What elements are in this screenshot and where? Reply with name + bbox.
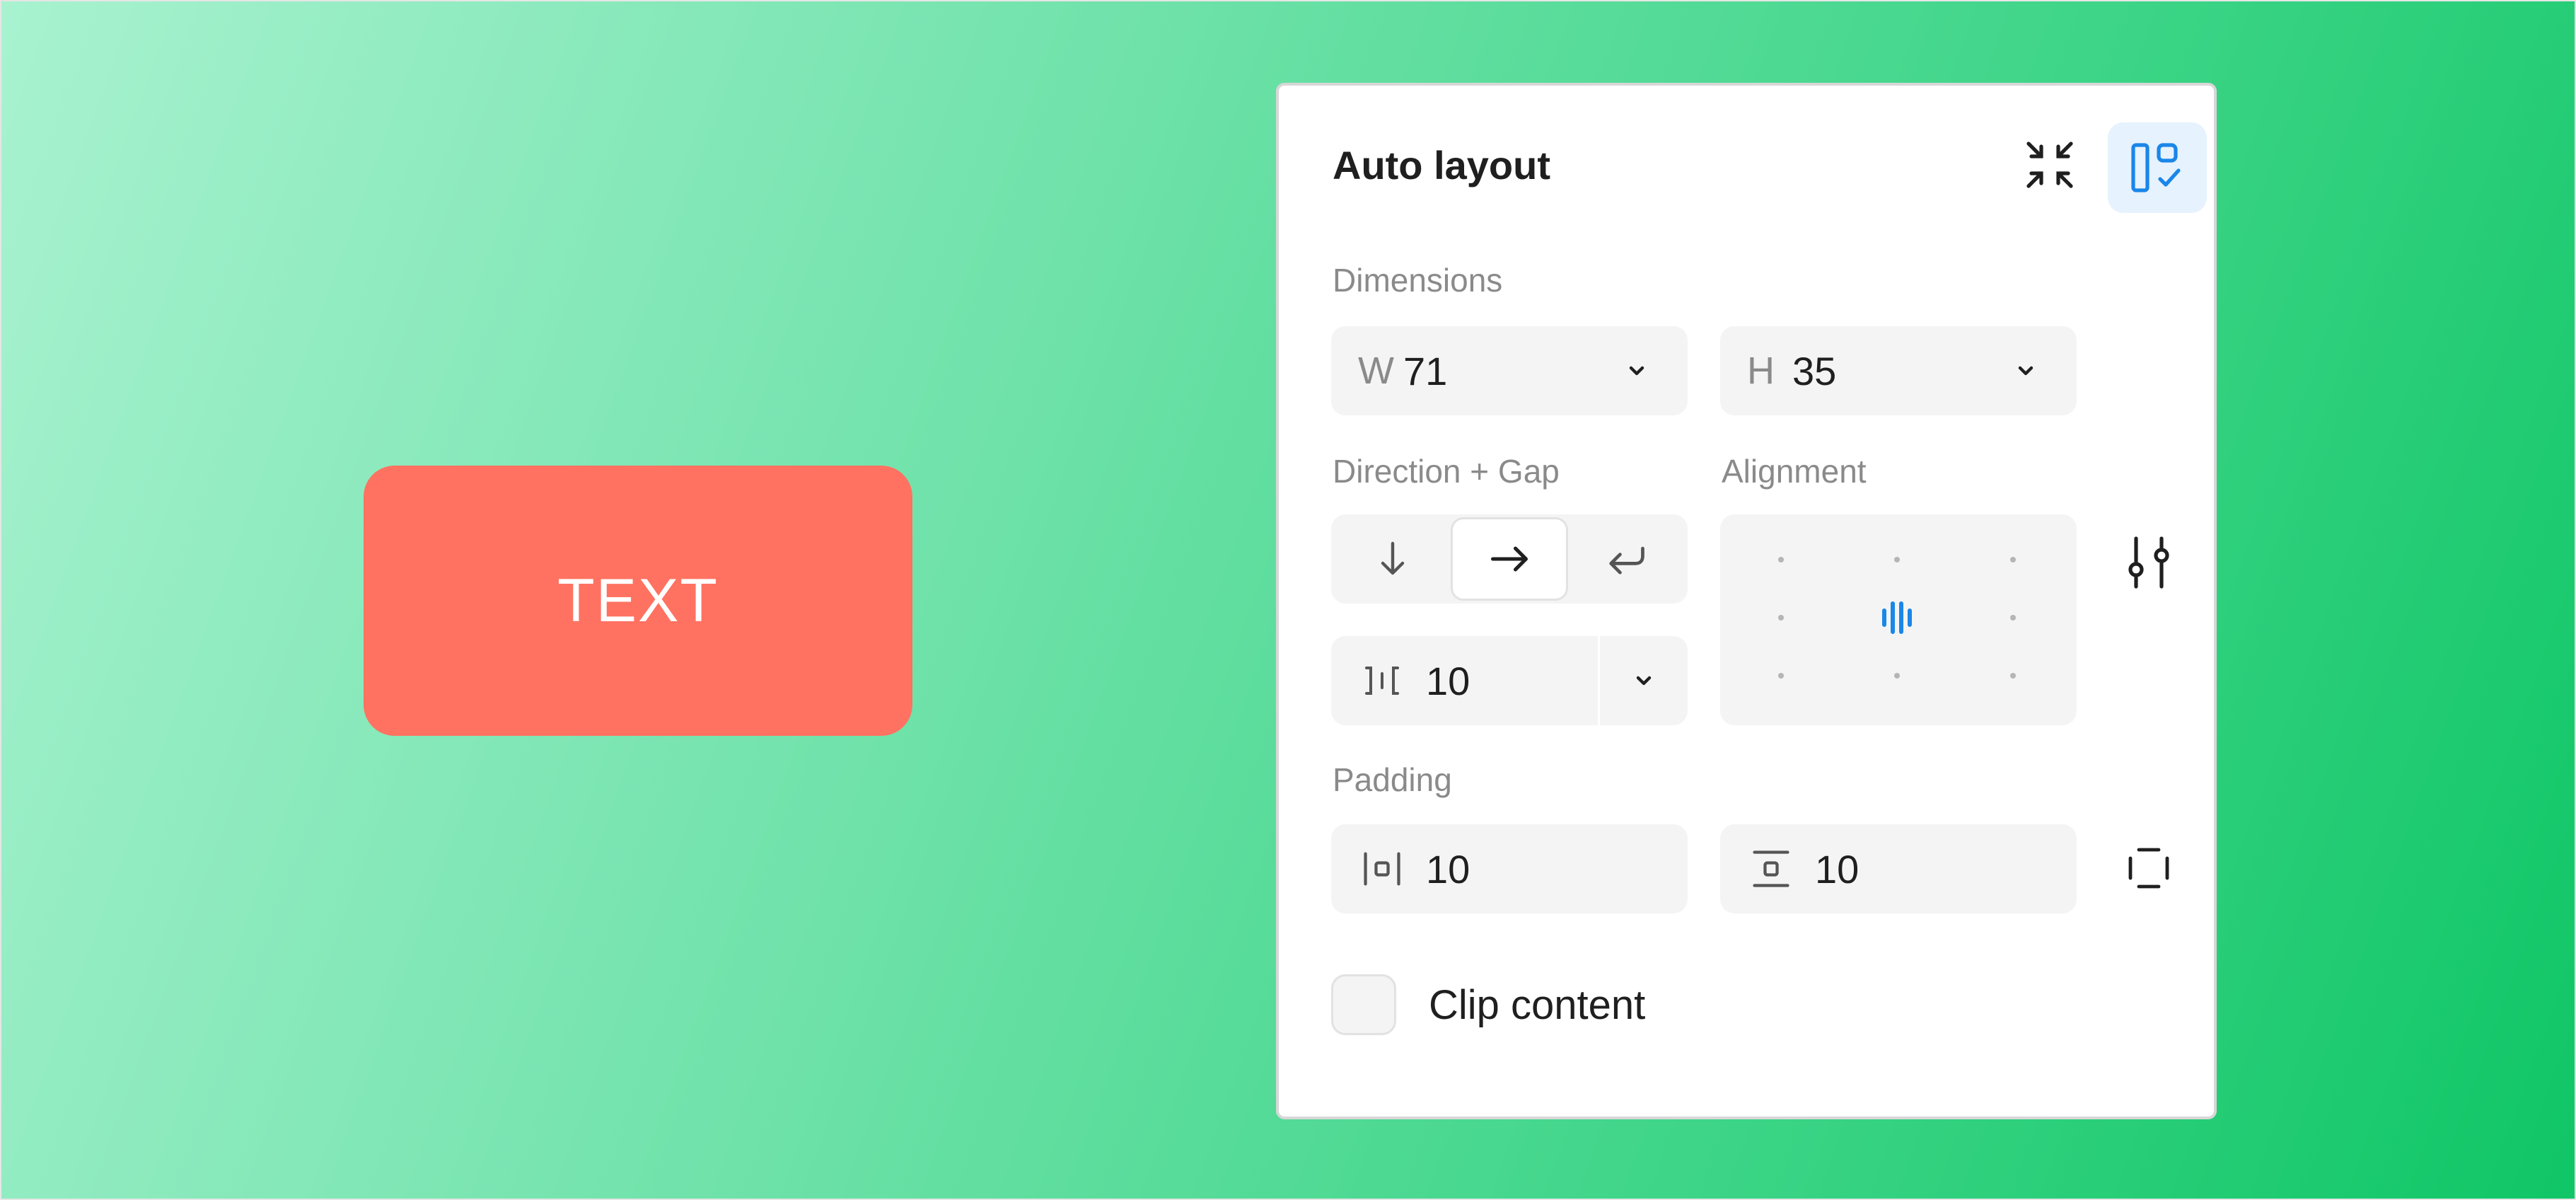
direction-gap-label: Direction + Gap	[1333, 453, 1560, 490]
padding-horizontal-value[interactable]: 10	[1426, 846, 1688, 892]
align-bottom-left[interactable]	[1778, 673, 1784, 679]
gap-field[interactable]: 10	[1331, 636, 1688, 725]
design-canvas[interactable]: TEXT Auto layout Dimensions W 71 H 35 Di…	[0, 0, 2576, 1200]
clip-content-label[interactable]: Clip content	[1429, 981, 1645, 1029]
padding-vertical-field[interactable]: 10	[1720, 824, 2077, 913]
align-middle-left[interactable]	[1778, 615, 1784, 621]
height-prefix: H	[1747, 350, 1775, 392]
padding-vertical-icon	[1736, 846, 1806, 892]
sliders-icon	[2128, 536, 2169, 589]
padding-sides-icon	[2128, 848, 2169, 889]
direction-wrap-option[interactable]	[1568, 517, 1685, 601]
chevron-down-icon	[2018, 366, 2033, 376]
align-center-icon[interactable]	[1876, 596, 1918, 639]
auto-layout-frame[interactable]: TEXT	[364, 466, 912, 736]
auto-layout-panel: Auto layout Dimensions W 71 H 35 Directi…	[1276, 83, 2217, 1119]
width-prefix: W	[1358, 350, 1394, 392]
advanced-settings-button[interactable]	[2113, 527, 2184, 598]
gap-icon	[1347, 659, 1417, 702]
arrow-right-icon	[1490, 546, 1528, 572]
panel-title: Auto layout	[1333, 143, 1550, 188]
direction-horizontal-option[interactable]	[1451, 517, 1568, 601]
width-dropdown[interactable]	[1617, 351, 1657, 391]
width-field[interactable]: W 71	[1331, 326, 1688, 415]
height-dropdown[interactable]	[2006, 351, 2046, 391]
align-top-left[interactable]	[1778, 557, 1784, 562]
alignment-label: Alignment	[1722, 453, 1867, 490]
padding-horizontal-field[interactable]: 10	[1331, 824, 1688, 913]
width-value[interactable]: 71	[1403, 348, 1617, 394]
align-bottom-center[interactable]	[1894, 673, 1900, 679]
gap-divider	[1598, 636, 1600, 725]
padding-horizontal-icon	[1347, 846, 1417, 892]
gap-dropdown[interactable]	[1624, 661, 1664, 700]
layout-toggle-button[interactable]	[2108, 122, 2207, 213]
clip-content-checkbox[interactable]	[1331, 974, 1396, 1035]
height-value[interactable]: 35	[1792, 348, 2006, 394]
wrap-arrow-icon	[1609, 546, 1645, 575]
collapse-button[interactable]	[2014, 129, 2085, 200]
frame-text[interactable]: TEXT	[557, 566, 719, 636]
arrow-down-icon	[1381, 541, 1404, 575]
alignment-grid[interactable]	[1720, 514, 2077, 725]
align-top-center[interactable]	[1894, 557, 1900, 562]
height-field[interactable]: H 35	[1720, 326, 2077, 415]
direction-vertical-option[interactable]	[1334, 517, 1451, 601]
chevron-down-icon	[1636, 676, 1652, 686]
layout-check-icon	[2131, 143, 2181, 192]
dimensions-label: Dimensions	[1333, 262, 1503, 299]
direction-segmented-control	[1331, 514, 1688, 604]
padding-label: Padding	[1333, 761, 1452, 798]
individual-padding-button[interactable]	[2113, 833, 2184, 904]
gap-value[interactable]: 10	[1426, 658, 1598, 704]
align-middle-right[interactable]	[2010, 615, 2016, 621]
collapse-arrows-icon	[2026, 142, 2073, 188]
align-top-right[interactable]	[2010, 557, 2016, 562]
align-bottom-right[interactable]	[2010, 673, 2016, 679]
padding-vertical-value[interactable]: 10	[1815, 846, 2077, 892]
chevron-down-icon	[1629, 366, 1644, 376]
